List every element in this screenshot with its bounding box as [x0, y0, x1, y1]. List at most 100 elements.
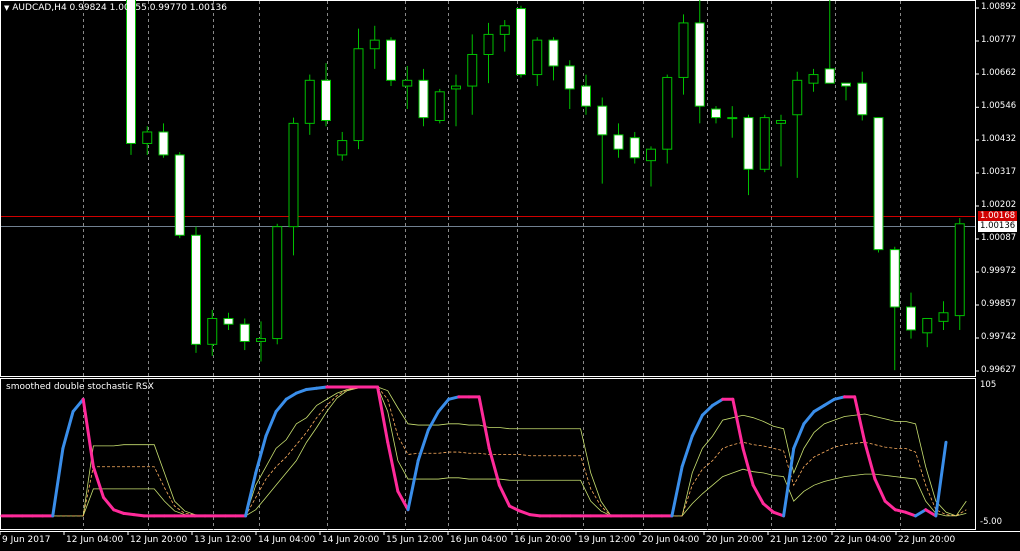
- chart-header: ▼ AUDCAD,H4 0.99824 1.00155 0.99770 1.00…: [4, 3, 227, 13]
- rsx-segment: [741, 446, 755, 487]
- bear-candle: [223, 317, 234, 325]
- bull-candle: [304, 79, 315, 124]
- bid-price-tag: 1.00136: [978, 221, 1018, 232]
- price-label: 1.00546: [981, 101, 1017, 112]
- rsx-segment: [91, 465, 106, 499]
- rsx-segment: [508, 504, 522, 513]
- bull-candle: [353, 48, 364, 142]
- bear-candle: [564, 65, 575, 90]
- bear-candle: [239, 323, 250, 342]
- bear-candle: [906, 306, 916, 331]
- symbol-label: AUDCAD,H4: [12, 3, 67, 13]
- bull-candle: [434, 91, 445, 121]
- bull-candle: [272, 226, 283, 340]
- rsx-segment: [81, 397, 95, 469]
- rsx-segment: [102, 495, 116, 512]
- rsx-segment: [792, 422, 806, 450]
- rsx-segment: [477, 395, 491, 450]
- time-label: 15 Jun 12:00: [386, 535, 444, 545]
- price-label: 0.99972: [981, 266, 1017, 276]
- rsx-segment: [416, 428, 430, 463]
- bull-candle: [808, 74, 819, 84]
- rsx-segment: [751, 483, 765, 506]
- rsx-segment: [436, 397, 451, 414]
- bear-candle: [516, 8, 526, 76]
- rsx-segment: [284, 391, 298, 401]
- rsx-segment: [244, 471, 258, 518]
- rsx-segment: [396, 489, 410, 512]
- rsx-segment: [264, 410, 278, 438]
- bull-candle: [207, 317, 218, 345]
- rsx-segment: [122, 511, 136, 517]
- rsx-segment: [782, 446, 796, 518]
- price-label: 1.00317: [981, 167, 1017, 177]
- bear-candle: [386, 39, 396, 81]
- price-chart-svg: [0, 0, 1020, 535]
- bull-candle: [142, 131, 153, 144]
- rsx-segment: [518, 509, 532, 517]
- bear-candle: [321, 79, 331, 121]
- rsx-segment: [771, 510, 786, 518]
- bear-candle: [548, 39, 559, 67]
- rsx-segment: [254, 434, 268, 475]
- rsx-segment: [711, 397, 725, 407]
- rsx-segment: [812, 403, 826, 414]
- price-label: 1.00202: [981, 200, 1017, 210]
- rsx-segment: [700, 403, 715, 417]
- price-label: 1.00087: [981, 233, 1017, 243]
- rsx-segment: [731, 397, 745, 450]
- price-label: 0.99742: [981, 332, 1017, 342]
- bear-candle: [743, 117, 754, 170]
- time-label: 9 Jun 2017: [2, 535, 51, 545]
- rsx-segment: [376, 385, 390, 444]
- rsx-segment: [386, 440, 400, 493]
- price-label: 0.99857: [981, 299, 1017, 309]
- time-label: 21 Jun 12:00: [770, 535, 828, 545]
- bull-candle: [954, 223, 965, 317]
- time-label: 19 Jun 12:00: [578, 535, 636, 545]
- bull-candle: [483, 33, 494, 55]
- rsx-segment: [883, 499, 897, 512]
- bear-candle: [126, 0, 136, 144]
- rsx-segment: [426, 410, 440, 432]
- bull-candle: [678, 22, 689, 78]
- collapse-triangle-icon[interactable]: ▼: [4, 4, 9, 12]
- rsx-segment: [305, 386, 319, 391]
- rsx-segment: [822, 397, 836, 407]
- rsx-segment: [51, 446, 65, 518]
- bull-candle: [646, 148, 656, 162]
- bear-candle: [889, 249, 900, 308]
- rsx-segment: [315, 385, 329, 390]
- rsx-segment: [406, 459, 420, 512]
- indicator-title: smoothed double stochastic RSX: [6, 382, 154, 392]
- ohlc-values: 0.99824 1.00155 0.99770 1.00136: [69, 3, 227, 13]
- rsx-segment: [914, 508, 928, 518]
- rsx-segment: [497, 483, 512, 508]
- bear-candle: [158, 131, 169, 156]
- rsx-segment: [873, 477, 887, 503]
- bull-candle: [727, 117, 738, 120]
- bear-candle: [841, 82, 851, 87]
- rsx-segment: [690, 413, 704, 438]
- bull-candle: [256, 338, 266, 342]
- bear-candle: [174, 154, 185, 236]
- bull-candle: [792, 79, 803, 116]
- price-label: 1.00777: [981, 35, 1017, 45]
- time-label: 14 Jun 20:00: [322, 535, 380, 545]
- bull-candle: [499, 25, 510, 35]
- rsx-segment: [294, 387, 309, 395]
- time-label: 16 Jun 04:00: [450, 535, 508, 545]
- bull-candle: [662, 76, 673, 150]
- time-label: 22 Jun 20:00: [898, 535, 956, 545]
- bull-candle: [402, 79, 413, 87]
- time-label: 13 Jun 12:00: [194, 535, 252, 545]
- rsx-segment: [893, 508, 907, 514]
- indicator-bottom-label: -5.00: [980, 517, 1002, 527]
- bull-candle: [776, 119, 786, 124]
- price-label: 0.99627: [981, 365, 1017, 375]
- bear-candle: [613, 134, 624, 150]
- time-label: 22 Jun 04:00: [834, 535, 892, 545]
- bull-candle: [467, 53, 478, 87]
- bull-candle: [938, 312, 949, 322]
- rsx-segment: [924, 508, 938, 518]
